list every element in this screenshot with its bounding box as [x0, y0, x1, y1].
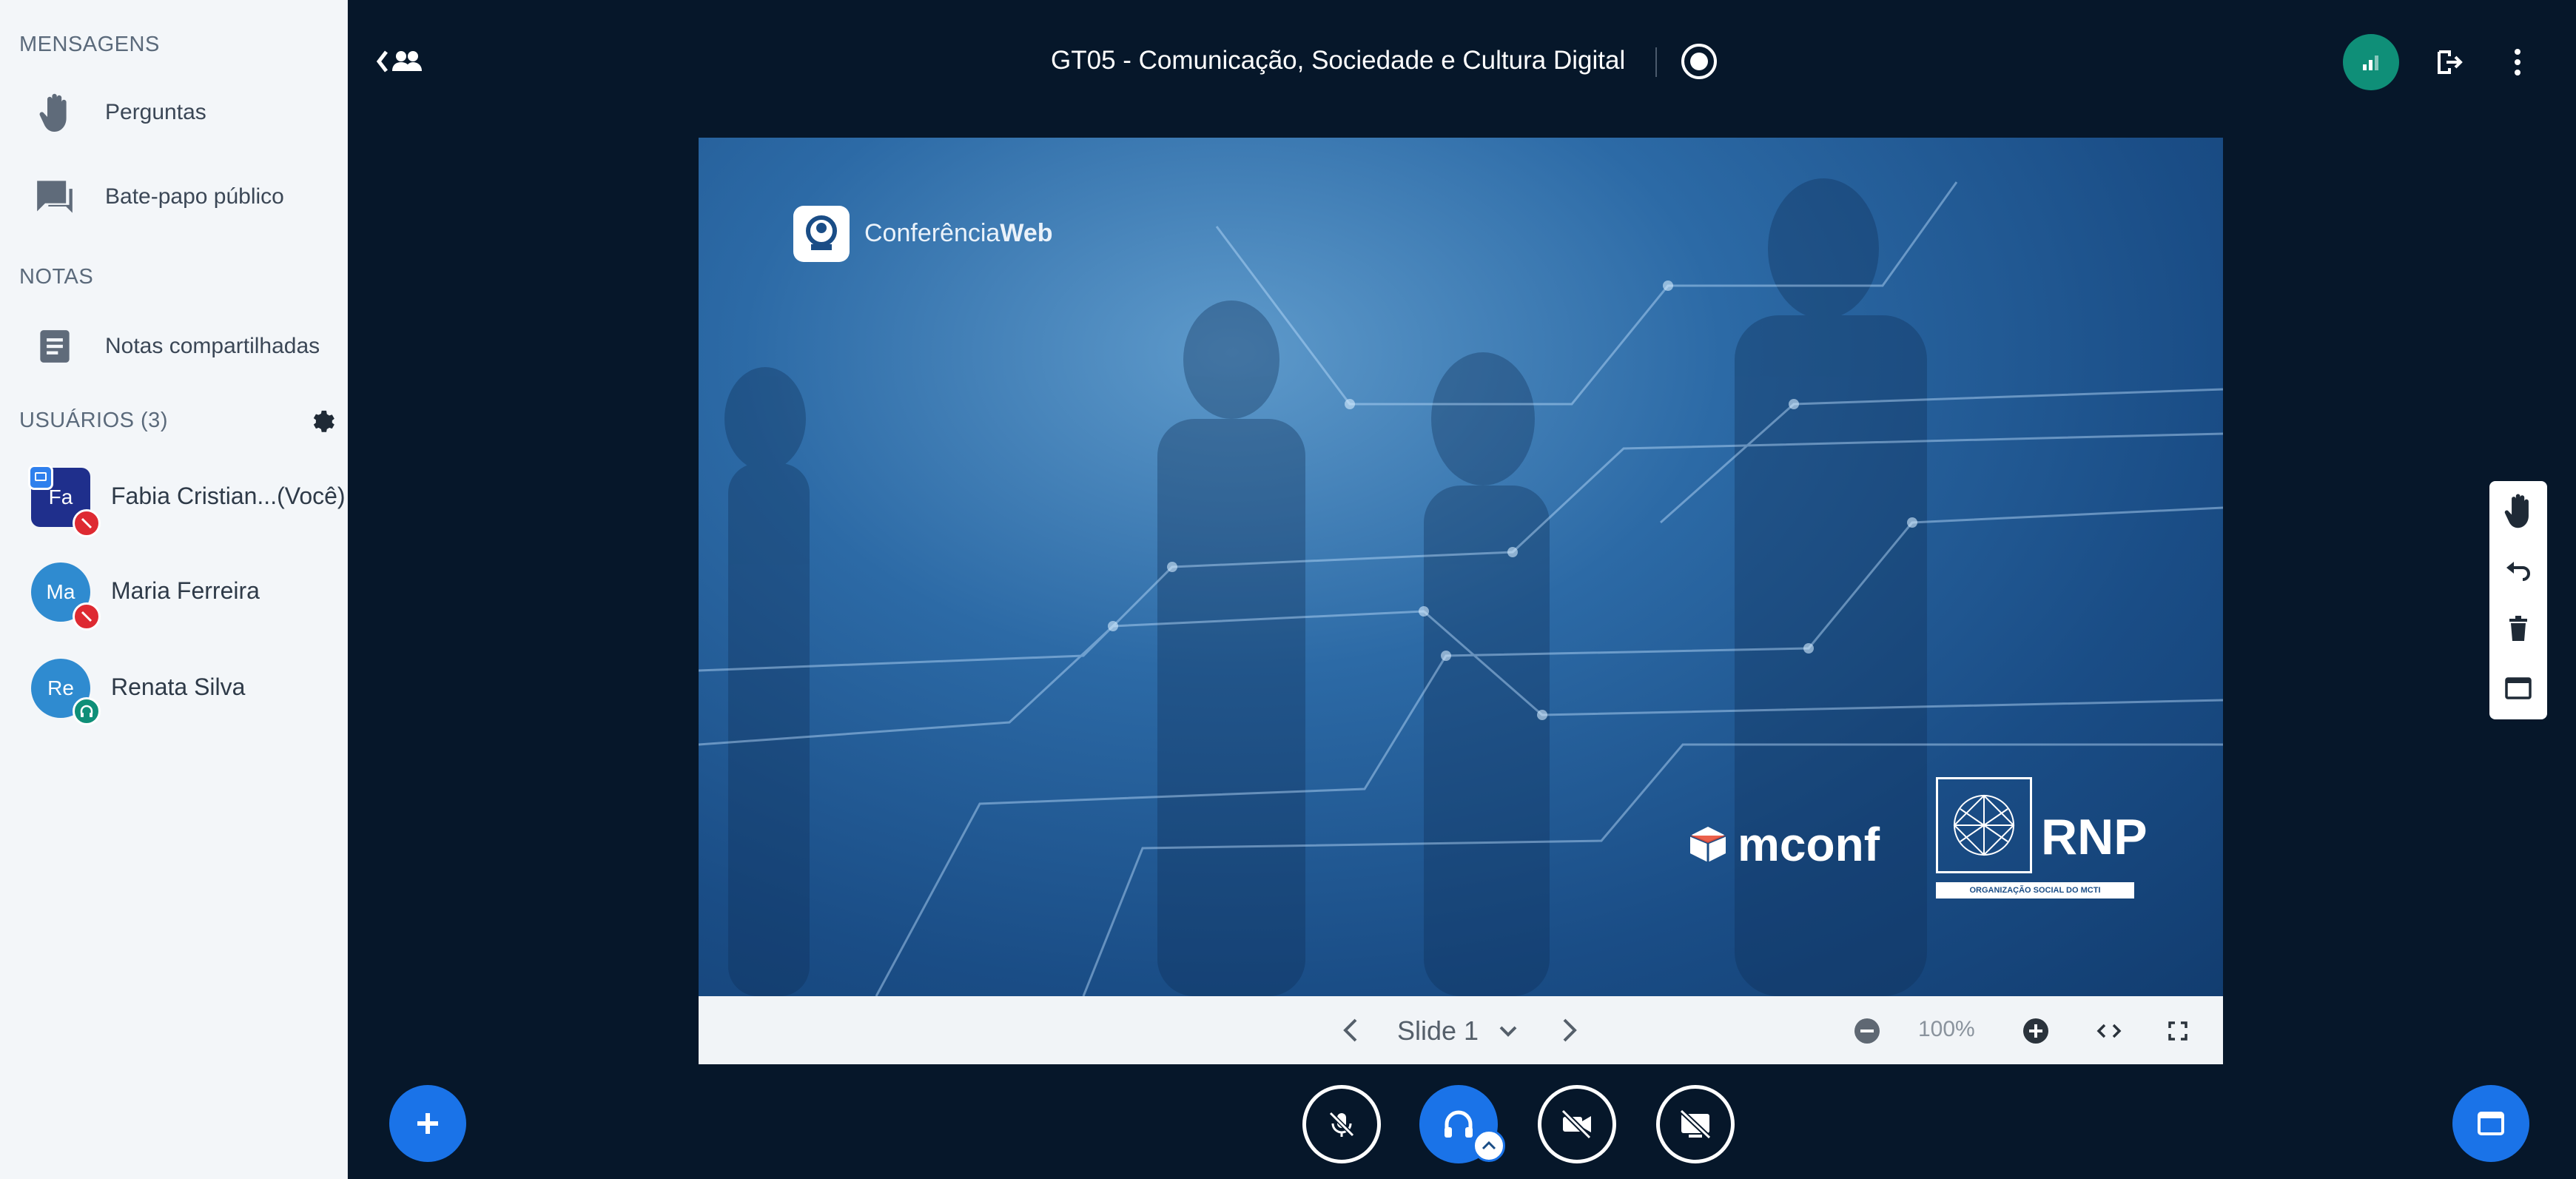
more-options-icon[interactable] [2510, 46, 2525, 78]
sidebar: MENSAGENS Perguntas Bate-papo público NO… [0, 0, 348, 1179]
multi-user-whiteboard-icon[interactable] [2489, 659, 2547, 718]
title-divider [1655, 47, 1657, 77]
user-name: Fabia Cristian...(Você) [111, 483, 346, 509]
muted-mic-icon [73, 602, 101, 631]
user-list-item[interactable]: Fa Fabia Cristian...(Você) [0, 459, 348, 537]
presenter-icon [28, 465, 53, 490]
plus-icon [417, 1113, 438, 1134]
presentation-slide[interactable]: ConferênciaWeb mconf RNP ORGANIZAÇÃO SOC… [699, 138, 2223, 996]
presentation-icon [2478, 1112, 2504, 1135]
mute-microphone-button[interactable] [1302, 1085, 1381, 1163]
conference-app: MENSAGENS Perguntas Bate-papo público NO… [0, 0, 2576, 1179]
screenshare-off-icon [1679, 1109, 1712, 1140]
leave-icon[interactable] [2435, 47, 2464, 77]
users-section-title: USUÁRIOS (3) [19, 409, 168, 432]
connection-status-button[interactable] [2343, 34, 2399, 90]
trash-icon[interactable] [2489, 599, 2547, 659]
sidebar-item-public-chat[interactable]: Bate-papo público [0, 167, 348, 226]
sidebar-item-label: Perguntas [105, 100, 206, 124]
share-webcam-button[interactable] [1538, 1085, 1616, 1163]
headphones-icon [73, 697, 101, 725]
zoom-in-icon[interactable] [2022, 1017, 2050, 1045]
zoom-level: 100% [1918, 1017, 1975, 1041]
rnp-wordmark: RNP [2041, 809, 2148, 865]
user-list-item[interactable]: Ma Maria Ferreira [0, 554, 348, 631]
rnp-logo-mark [1936, 777, 2032, 873]
sidebar-item-shared-notes[interactable]: Notas compartilhadas [0, 317, 348, 376]
conferencia-web-logo [793, 206, 850, 262]
user-name: Maria Ferreira [111, 577, 260, 604]
user-name: Renata Silva [111, 674, 246, 700]
actions-button[interactable] [389, 1085, 466, 1162]
messages-section-title: MENSAGENS [19, 33, 160, 56]
mconf-logo: mconf [1687, 817, 1880, 872]
record-icon[interactable] [1680, 42, 1718, 81]
headphones-icon [1445, 1110, 1473, 1138]
hand-icon [33, 90, 77, 135]
conferencia-web-wordmark: ConferênciaWeb [864, 219, 1053, 247]
sidebar-item-questions[interactable]: Perguntas [0, 83, 348, 142]
sidebar-item-label: Notas compartilhadas [105, 334, 320, 358]
whiteboard-toolbar [2489, 481, 2547, 719]
rnp-tagline: ORGANIZAÇÃO SOCIAL DO MCTI [1936, 882, 2134, 898]
presentation-toolbar: Slide 1 100% [699, 996, 2223, 1064]
audio-options-chevron-icon[interactable] [1473, 1129, 1505, 1162]
share-screen-button[interactable] [1656, 1085, 1735, 1163]
user-list-item[interactable]: Re Renata Silva [0, 650, 348, 725]
sidebar-item-label: Bate-papo público [105, 184, 284, 209]
gear-icon[interactable] [309, 407, 336, 434]
fit-width-icon[interactable] [2094, 1020, 2124, 1042]
slide-selector[interactable]: Slide 1 [1397, 1015, 1479, 1047]
pan-hand-icon[interactable] [2489, 481, 2547, 540]
chat-icon [33, 175, 77, 219]
zoom-out-icon[interactable] [1853, 1017, 1881, 1045]
meeting-title: GT05 - Comunicação, Sociedade e Cultura … [1051, 46, 1626, 75]
mic-off-icon [1328, 1111, 1355, 1138]
next-slide-icon[interactable] [1556, 1015, 1582, 1045]
toggle-userlist-button[interactable] [376, 44, 428, 78]
muted-mic-icon [73, 509, 101, 537]
notes-section-title: NOTAS [19, 265, 94, 289]
fullscreen-icon[interactable] [2165, 1018, 2190, 1044]
chevron-down-icon[interactable] [1496, 1020, 1520, 1042]
undo-icon[interactable] [2489, 540, 2547, 599]
video-off-icon [1561, 1109, 1592, 1140]
previous-slide-icon[interactable] [1338, 1015, 1365, 1045]
restore-presentation-button[interactable] [2452, 1085, 2529, 1162]
notes-icon [33, 324, 77, 369]
